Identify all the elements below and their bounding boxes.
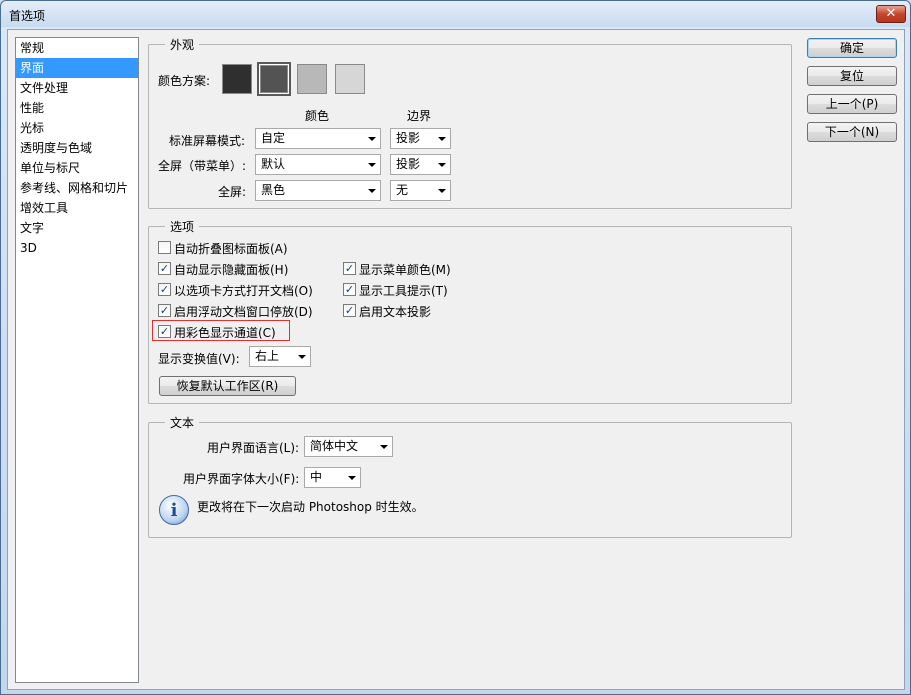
close-button[interactable]: ✕ [876, 5, 906, 23]
chevron-down-icon [348, 476, 356, 480]
sidebar-item-cursors[interactable]: 光标 [16, 118, 138, 138]
ui-font-size-select[interactable]: 中 [304, 467, 361, 488]
text-group: 文本 用户界面语言(L): 简体中文 用户界面字体大小(F): 中 i 更改将在… [148, 414, 792, 538]
ui-language-value: 简体中文 [310, 439, 359, 453]
transform-values-value: 右上 [255, 349, 280, 363]
auto-collapse-checkbox[interactable] [158, 241, 171, 254]
chevron-down-icon [438, 163, 446, 167]
sidebar-item-guides-grid-slices[interactable]: 参考线、网格和切片 [16, 178, 138, 198]
window-title: 首选项 [9, 9, 46, 23]
sidebar-item-3d[interactable]: 3D [16, 238, 138, 258]
ui-language-select[interactable]: 简体中文 [304, 436, 393, 457]
chevron-down-icon [380, 445, 388, 449]
reset-workspaces-button[interactable]: 恢复默认工作区(R) [159, 376, 296, 396]
menu-colors-label[interactable]: 显示菜单颜色(M) [359, 261, 451, 278]
full-screen-menus-border-value: 投影 [396, 157, 421, 171]
standard-screen-color-select[interactable]: 自定 [255, 128, 381, 149]
options-legend: 选项 [165, 218, 200, 235]
full-screen-color-value: 黑色 [261, 183, 286, 197]
full-screen-menus-color-select[interactable]: 默认 [255, 154, 381, 175]
preferences-window: 首选项 ✕ 常规 界面 文件处理 性能 光标 透明度与色域 单位与标尺 参考线、… [0, 0, 911, 695]
color-scheme-swatch-medium-dark[interactable] [260, 65, 288, 93]
color-scheme-swatch-dark[interactable] [222, 64, 252, 94]
full-screen-with-menus-label: 全屏（带菜单）: [158, 159, 247, 173]
ok-button[interactable]: 确定 [807, 38, 897, 58]
column-header-color: 颜色 [305, 109, 330, 123]
options-group: 选项 自动折叠图标面板(A) ✓ 自动显示隐藏面板(H) ✓ 以选项卡方式打开文… [148, 218, 792, 404]
previous-button[interactable]: 上一个(P) [807, 94, 897, 114]
chevron-down-icon [368, 137, 376, 141]
transform-values-select[interactable]: 右上 [249, 346, 311, 367]
standard-screen-color-value: 自定 [261, 131, 286, 145]
full-screen-label: 全屏: [218, 185, 247, 199]
ui-font-size-label: 用户界面字体大小(F): [183, 472, 300, 486]
color-scheme-label: 颜色方案: [158, 74, 211, 88]
chevron-down-icon [438, 189, 446, 193]
color-channels-checkbox[interactable]: ✓ [158, 325, 171, 338]
appearance-group: 外观 颜色方案: 颜色 边界 标准屏幕模式: 自定 投影 全屏（带菜单）: 默认… [148, 36, 792, 209]
full-screen-border-value: 无 [396, 183, 409, 197]
appearance-legend: 外观 [165, 36, 200, 53]
full-screen-menus-border-select[interactable]: 投影 [390, 154, 451, 175]
auto-collapse-label[interactable]: 自动折叠图标面板(A) [174, 240, 288, 257]
tooltips-checkbox[interactable]: ✓ [343, 283, 356, 296]
restart-info-message: 更改将在下一次启动 Photoshop 时生效。 [197, 500, 424, 514]
sidebar-item-general[interactable]: 常规 [16, 38, 138, 58]
sidebar-item-units-rulers[interactable]: 单位与标尺 [16, 158, 138, 178]
sidebar-item-transparency-gamut[interactable]: 透明度与色域 [16, 138, 138, 158]
sidebar-item-file-handling[interactable]: 文件处理 [16, 78, 138, 98]
auto-show-hidden-checkbox[interactable]: ✓ [158, 262, 171, 275]
sidebar-item-performance[interactable]: 性能 [16, 98, 138, 118]
info-icon: i [159, 495, 189, 525]
chevron-down-icon [438, 137, 446, 141]
chevron-down-icon [368, 163, 376, 167]
chevron-down-icon [298, 355, 306, 359]
category-list[interactable]: 常规 界面 文件处理 性能 光标 透明度与色域 单位与标尺 参考线、网格和切片 … [15, 37, 139, 683]
standard-screen-border-select[interactable]: 投影 [390, 128, 451, 149]
floating-dock-checkbox[interactable]: ✓ [158, 304, 171, 317]
ui-language-label: 用户界面语言(L): [207, 441, 300, 455]
text-drop-shadow-checkbox[interactable]: ✓ [343, 304, 356, 317]
open-as-tabs-checkbox[interactable]: ✓ [158, 283, 171, 296]
auto-show-hidden-label[interactable]: 自动显示隐藏面板(H) [174, 261, 288, 278]
sidebar-item-interface[interactable]: 界面 [16, 58, 138, 78]
full-screen-menus-color-value: 默认 [261, 157, 286, 171]
column-header-border: 边界 [407, 109, 432, 123]
sidebar-item-plugins[interactable]: 增效工具 [16, 198, 138, 218]
color-channels-label[interactable]: 用彩色显示通道(C) [174, 324, 276, 341]
full-screen-border-select[interactable]: 无 [390, 180, 451, 201]
tooltips-label[interactable]: 显示工具提示(T) [359, 282, 448, 299]
dialog-body: 常规 界面 文件处理 性能 光标 透明度与色域 单位与标尺 参考线、网格和切片 … [7, 29, 905, 690]
full-screen-color-select[interactable]: 黑色 [255, 180, 381, 201]
standard-screen-mode-label: 标准屏幕模式: [169, 134, 246, 148]
sidebar-item-type[interactable]: 文字 [16, 218, 138, 238]
text-legend: 文本 [165, 414, 200, 431]
color-scheme-swatch-light[interactable] [335, 64, 365, 94]
title-bar[interactable]: 首选项 ✕ [1, 1, 910, 27]
next-button[interactable]: 下一个(N) [807, 122, 897, 142]
standard-screen-border-value: 投影 [396, 131, 421, 145]
text-drop-shadow-label[interactable]: 启用文本投影 [359, 303, 431, 320]
color-scheme-swatch-medium-light[interactable] [297, 64, 327, 94]
floating-dock-label[interactable]: 启用浮动文档窗口停放(D) [174, 303, 313, 320]
reset-button[interactable]: 复位 [807, 66, 897, 86]
transform-values-label: 显示变换值(V): [158, 352, 240, 366]
open-as-tabs-label[interactable]: 以选项卡方式打开文档(O) [174, 282, 313, 299]
ui-font-size-value: 中 [310, 470, 323, 484]
menu-colors-checkbox[interactable]: ✓ [343, 262, 356, 275]
chevron-down-icon [368, 189, 376, 193]
